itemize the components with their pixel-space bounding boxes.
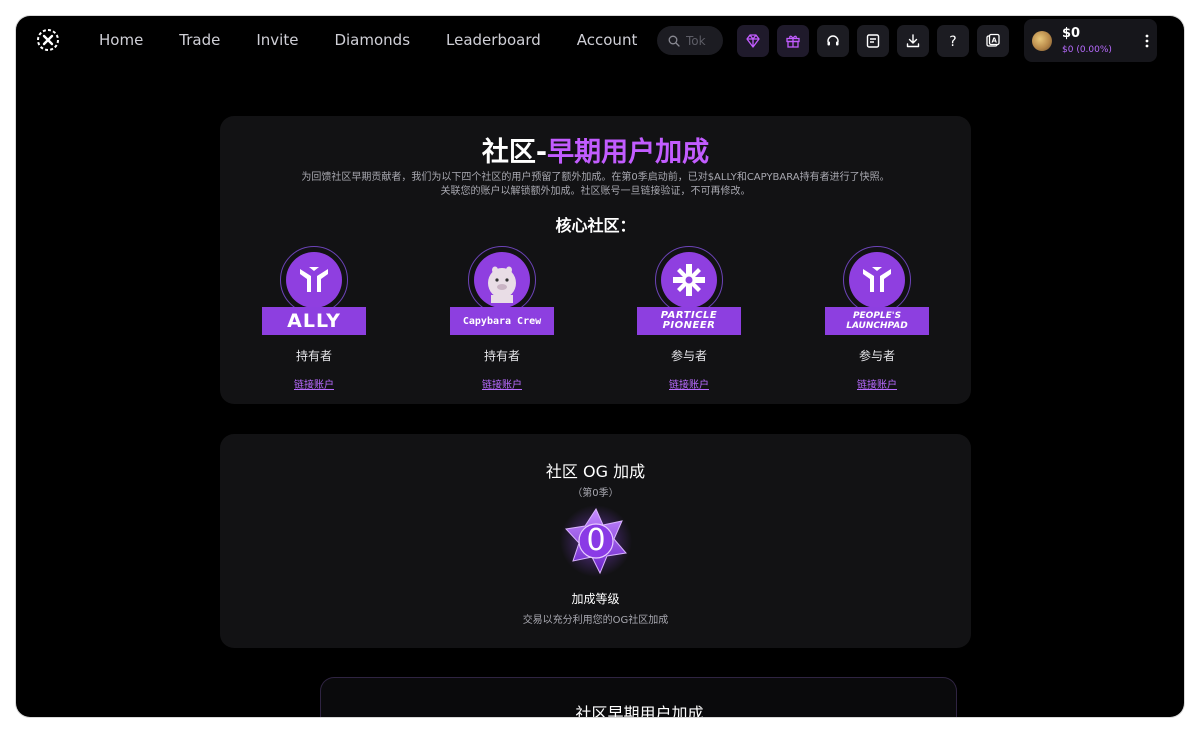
- launchpad-logo-icon: [863, 267, 891, 292]
- nav-account[interactable]: Account: [577, 31, 638, 49]
- core-communities-title: 核心社区：: [555, 216, 636, 235]
- more-icon[interactable]: [1145, 33, 1149, 49]
- rewards-button[interactable]: [777, 25, 809, 57]
- gift-icon: [786, 35, 800, 48]
- community-peoples-launchpad: PEOPLE'S LAUNCHPAD 参与者 链接账户: [825, 246, 929, 396]
- language-button[interactable]: A: [977, 25, 1009, 57]
- diamond-icon: [746, 34, 760, 48]
- community-early-boost-card: 社区早期用户加成: [320, 677, 957, 717]
- notes-icon: [866, 34, 880, 48]
- notes-button[interactable]: [857, 25, 889, 57]
- og-boost-card: 社区 OG 加成 （第0季） 0 加成等级 交易以充分利用您的OG社区加成: [220, 434, 971, 648]
- launchpad-link-account[interactable]: 链接账户: [825, 376, 929, 391]
- early-user-boost-card: 社区-早期用户加成 为回馈社区早期贡献者，我们为以下四个社区的用户预留了额外加成…: [220, 116, 971, 404]
- ally-link-account[interactable]: 链接账户: [262, 376, 366, 391]
- nav-home[interactable]: Home: [99, 31, 143, 49]
- page-title: 社区-早期用户加成: [481, 137, 710, 168]
- early-description-line1: 为回馈社区早期贡献者，我们为以下四个社区的用户预留了额外加成。在第0季启动前，已…: [301, 172, 890, 183]
- boost-level-value: 0: [586, 523, 606, 558]
- og-title: 社区 OG 加成: [545, 462, 646, 481]
- help-button[interactable]: ?: [937, 25, 969, 57]
- wallet-widget[interactable]: $0 $0 (0.00%): [1024, 19, 1157, 62]
- app-window: Home Trade Invite Diamonds Leaderboard A…: [16, 16, 1184, 717]
- logo-icon[interactable]: [36, 28, 60, 52]
- launchpad-role: 参与者: [858, 349, 895, 363]
- capybara-role: 持有者: [483, 349, 520, 363]
- launchpad-banner: PEOPLE'S LAUNCHPAD: [825, 307, 929, 335]
- og-season: （第0季）: [572, 488, 619, 499]
- search-icon: [668, 35, 680, 47]
- help-icon: ?: [949, 34, 956, 49]
- community-capybara: Capybara Crew 持有者 链接账户: [450, 246, 554, 396]
- nav-leaderboard[interactable]: Leaderboard: [446, 31, 541, 49]
- main-nav: Home Trade Invite Diamonds Leaderboard A…: [99, 16, 673, 64]
- top-navbar: Home Trade Invite Diamonds Leaderboard A…: [16, 16, 1184, 64]
- download-icon: [906, 34, 920, 48]
- download-button[interactable]: [897, 25, 929, 57]
- ally-logo-icon: [300, 267, 328, 292]
- og-description: 交易以充分利用您的OG社区加成: [522, 615, 669, 626]
- svg-text:A: A: [991, 37, 997, 45]
- wallet-balance: $0: [1062, 26, 1081, 41]
- nav-trade[interactable]: Trade: [179, 31, 220, 49]
- community-particle-pioneer: PARTICLE PIONEER 参与者 链接账户: [637, 246, 741, 396]
- community-ally: ALLY 持有者 链接账户: [262, 246, 366, 396]
- particle-banner: PARTICLE PIONEER: [637, 307, 741, 335]
- wallet-change: $0 (0.00%): [1062, 45, 1112, 55]
- search-box[interactable]: [657, 26, 723, 55]
- capybara-link-account[interactable]: 链接账户: [450, 376, 554, 391]
- ally-banner: ALLY: [262, 307, 366, 335]
- capybara-logo-icon: [488, 266, 516, 303]
- search-input[interactable]: [686, 33, 716, 48]
- headset-icon: [827, 35, 839, 46]
- particle-link-account[interactable]: 链接账户: [637, 376, 741, 391]
- support-button[interactable]: [817, 25, 849, 57]
- particle-logo-icon: [673, 264, 705, 296]
- card3-title: 社区早期用户加成: [575, 704, 704, 717]
- nav-invite[interactable]: Invite: [256, 31, 298, 49]
- translate-icon: A: [986, 33, 1000, 47]
- nav-diamonds[interactable]: Diamonds: [334, 31, 410, 49]
- capybara-banner: Capybara Crew: [450, 307, 554, 335]
- ally-role: 持有者: [295, 349, 332, 363]
- avatar: [1032, 31, 1052, 51]
- diamonds-button[interactable]: [737, 25, 769, 57]
- boost-level-label: 加成等级: [571, 592, 620, 606]
- svg-text:?: ?: [949, 34, 956, 49]
- particle-role: 参与者: [670, 349, 707, 363]
- early-description-line2: 关联您的账户以解锁额外加成。社区账号一旦链接验证，不可再修改。: [440, 186, 751, 197]
